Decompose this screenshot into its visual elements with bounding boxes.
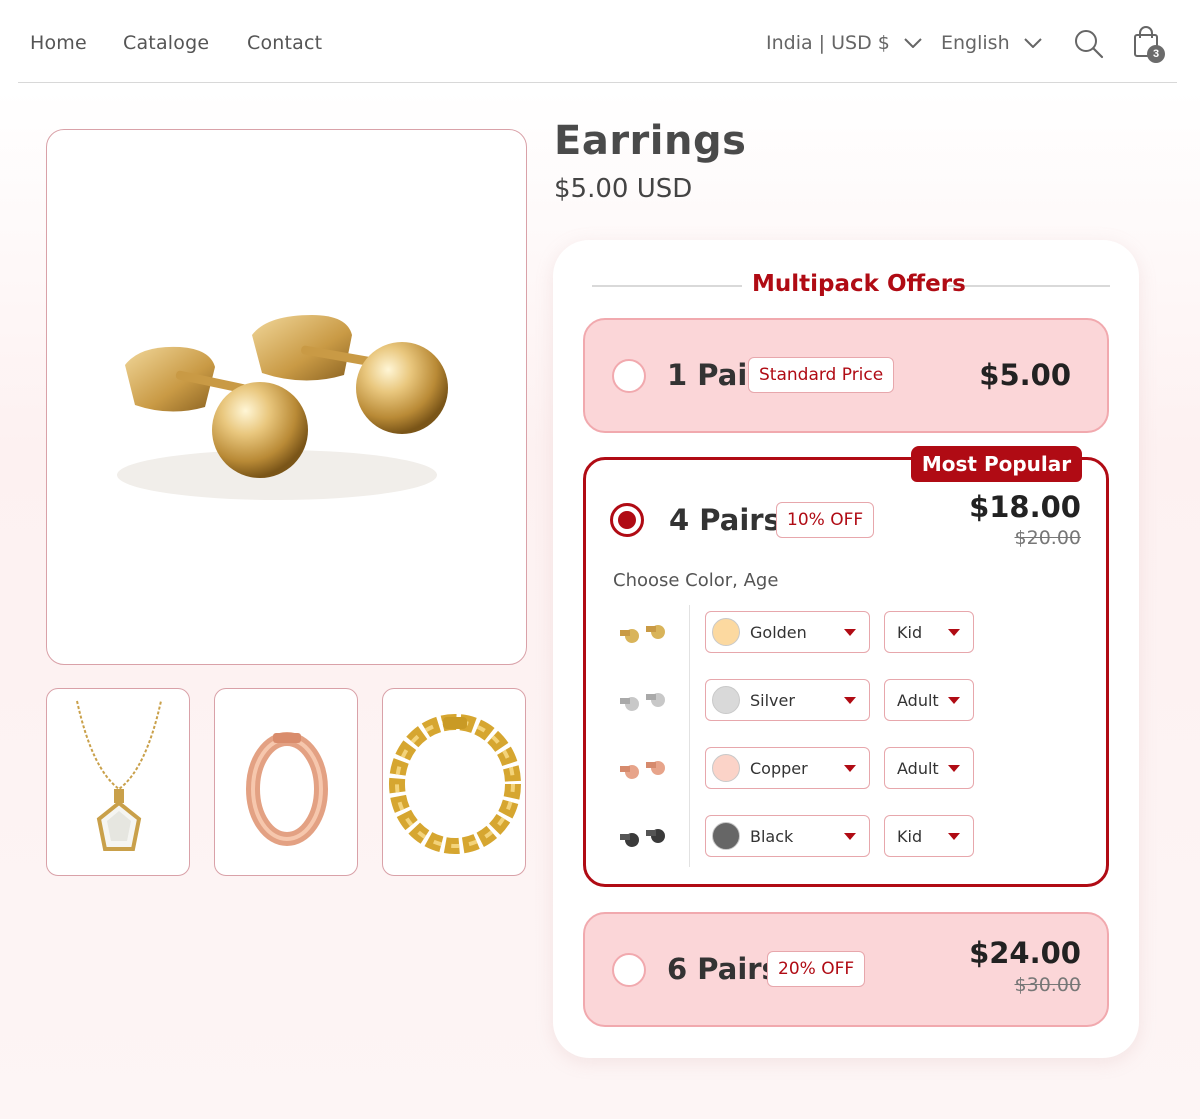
offer-1-radio[interactable] bbox=[612, 359, 646, 393]
chain-ring-image bbox=[389, 714, 521, 854]
variant-1-age-select[interactable]: Kid bbox=[884, 611, 974, 653]
nav-link-contact[interactable]: Contact bbox=[247, 32, 322, 54]
main-product-image[interactable] bbox=[46, 129, 527, 665]
variant-4-color-select[interactable]: Black bbox=[705, 815, 870, 857]
variant-1-color-select[interactable]: Golden bbox=[705, 611, 870, 653]
language-dropdown[interactable]: English bbox=[941, 32, 1042, 54]
offer-4-price: $18.00 bbox=[969, 490, 1081, 524]
variant-4-age-select[interactable]: Kid bbox=[884, 815, 974, 857]
offer-4-radio[interactable] bbox=[610, 503, 644, 537]
offer-4-tag: 10% OFF bbox=[776, 502, 875, 538]
caret-down-icon bbox=[948, 765, 960, 772]
black-studs-thumbnail bbox=[620, 829, 665, 847]
variant-3-age-label: Adult bbox=[897, 758, 939, 778]
thumbnail-hoop[interactable] bbox=[214, 688, 358, 876]
variant-1-age-label: Kid bbox=[897, 622, 923, 642]
nav-link-cataloge[interactable]: Cataloge bbox=[123, 32, 209, 54]
caret-down-icon bbox=[844, 629, 856, 636]
offer-4-old-price: $20.00 bbox=[1014, 527, 1081, 549]
offer-1-price: $5.00 bbox=[979, 358, 1071, 392]
variant-3-age-select[interactable]: Adult bbox=[884, 747, 974, 789]
divider-line bbox=[948, 285, 1110, 287]
hoop-earring-image bbox=[246, 732, 328, 846]
offer-6-price: $24.00 bbox=[969, 936, 1081, 970]
copper-swatch bbox=[712, 754, 740, 782]
top-nav: Home Cataloge Contact India | USD $ Engl… bbox=[18, 0, 1177, 83]
variant-2-age-label: Adult bbox=[897, 690, 939, 710]
variant-4-age-label: Kid bbox=[897, 826, 923, 846]
offer-6-tag: 20% OFF bbox=[767, 951, 866, 987]
cart-count-badge: 3 bbox=[1147, 45, 1165, 63]
multipack-heading: Multipack Offers bbox=[752, 271, 966, 297]
region-currency-label: India | USD $ bbox=[766, 32, 890, 54]
search-icon[interactable] bbox=[1074, 29, 1104, 59]
most-popular-badge: Most Popular bbox=[911, 446, 1082, 482]
offer-6-old-price: $30.00 bbox=[1014, 974, 1081, 996]
variant-1-color-label: Golden bbox=[750, 622, 807, 642]
caret-down-icon bbox=[844, 697, 856, 704]
product-title: Earrings bbox=[554, 118, 747, 164]
variant-2-color-label: Silver bbox=[750, 690, 795, 710]
choose-color-age-label: Choose Color, Age bbox=[613, 570, 779, 591]
copper-studs-thumbnail bbox=[620, 761, 665, 779]
golden-studs-thumbnail bbox=[620, 625, 665, 643]
caret-down-icon bbox=[948, 833, 960, 840]
region-currency-dropdown[interactable]: India | USD $ bbox=[766, 32, 922, 54]
variant-2-color-select[interactable]: Silver bbox=[705, 679, 870, 721]
variant-divider bbox=[689, 605, 690, 867]
offer-6-radio[interactable] bbox=[612, 953, 646, 987]
offer-1-tag: Standard Price bbox=[748, 357, 895, 393]
caret-down-icon bbox=[844, 833, 856, 840]
black-swatch bbox=[712, 822, 740, 850]
pendant-necklace-image bbox=[76, 700, 162, 851]
divider-line bbox=[592, 285, 742, 287]
product-price: $5.00 USD bbox=[554, 174, 693, 204]
variant-3-color-select[interactable]: Copper bbox=[705, 747, 870, 789]
chevron-down-icon bbox=[904, 38, 922, 48]
caret-down-icon bbox=[948, 697, 960, 704]
thumbnail-necklace[interactable] bbox=[46, 688, 190, 876]
variant-3-color-label: Copper bbox=[750, 758, 808, 778]
caret-down-icon bbox=[948, 629, 960, 636]
stud-earrings-image bbox=[117, 315, 448, 500]
caret-down-icon bbox=[844, 765, 856, 772]
chevron-down-icon bbox=[1023, 38, 1042, 48]
golden-swatch bbox=[712, 618, 740, 646]
thumbnail-ring[interactable] bbox=[382, 688, 526, 876]
silver-studs-thumbnail bbox=[620, 693, 665, 711]
offer-6-label: 6 Pairs bbox=[667, 952, 779, 986]
variant-2-age-select[interactable]: Adult bbox=[884, 679, 974, 721]
language-label: English bbox=[941, 32, 1010, 54]
variant-4-color-label: Black bbox=[750, 826, 794, 846]
nav-link-home[interactable]: Home bbox=[30, 32, 87, 54]
silver-swatch bbox=[712, 686, 740, 714]
offer-4-label: 4 Pairs bbox=[669, 503, 781, 537]
